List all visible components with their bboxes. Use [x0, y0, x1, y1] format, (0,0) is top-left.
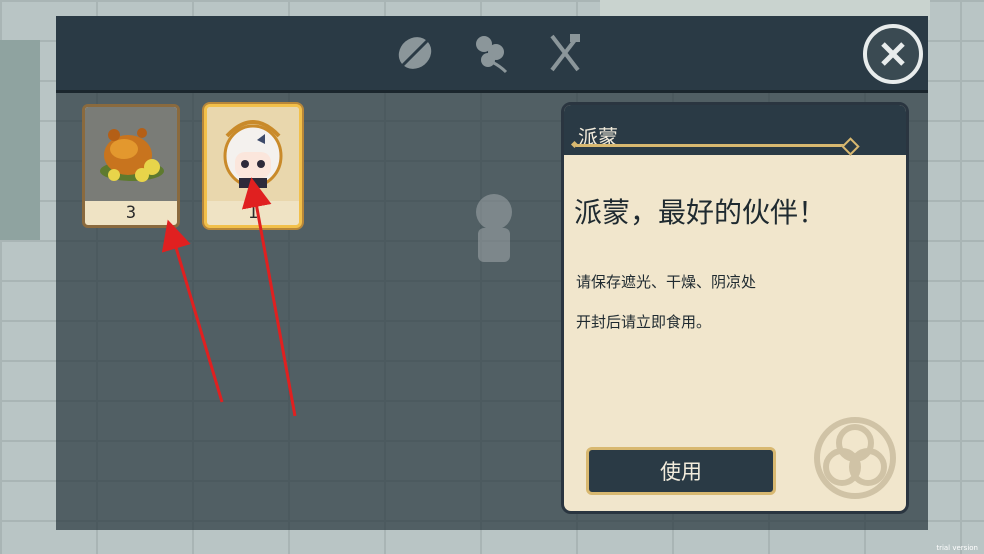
watermark: trial version [936, 544, 978, 552]
item-count: 3 [125, 203, 137, 223]
leaf-icon [398, 36, 432, 70]
ghost-figure-icon [476, 194, 512, 262]
paimon-icon [223, 120, 283, 188]
item-title: 派蒙，最好的伙伴！ [574, 196, 827, 229]
close-icon [881, 42, 905, 66]
item-description-line-1: 请保存遮光、干燥、阴凉处 [576, 273, 757, 291]
header-divider [576, 144, 846, 147]
tab-materials[interactable] [392, 30, 438, 76]
close-button[interactable] [863, 24, 923, 84]
item-detail-panel: 派蒙 派蒙，最好的伙伴！ 请保存遮光、干燥、阴凉处 开封后请立即食用。 使用 [561, 102, 909, 514]
item-count: 1 [247, 203, 259, 223]
background-pillar [0, 40, 40, 240]
knot-emblem-icon [814, 417, 896, 499]
item-art [207, 107, 299, 201]
item-art [85, 107, 177, 201]
inventory-slot-roast-chicken[interactable]: 3 [82, 104, 180, 228]
inventory-slot-paimon[interactable]: 1 [204, 104, 302, 228]
tab-food[interactable] [542, 30, 588, 76]
item-description-line-2: 开封后请立即食用。 [576, 313, 712, 331]
tab-flowers[interactable] [468, 30, 514, 76]
flower-icon [476, 36, 508, 74]
fork-knife-icon [550, 34, 580, 72]
roast-chicken-icon [100, 128, 164, 182]
use-button[interactable]: 使用 [586, 447, 776, 495]
